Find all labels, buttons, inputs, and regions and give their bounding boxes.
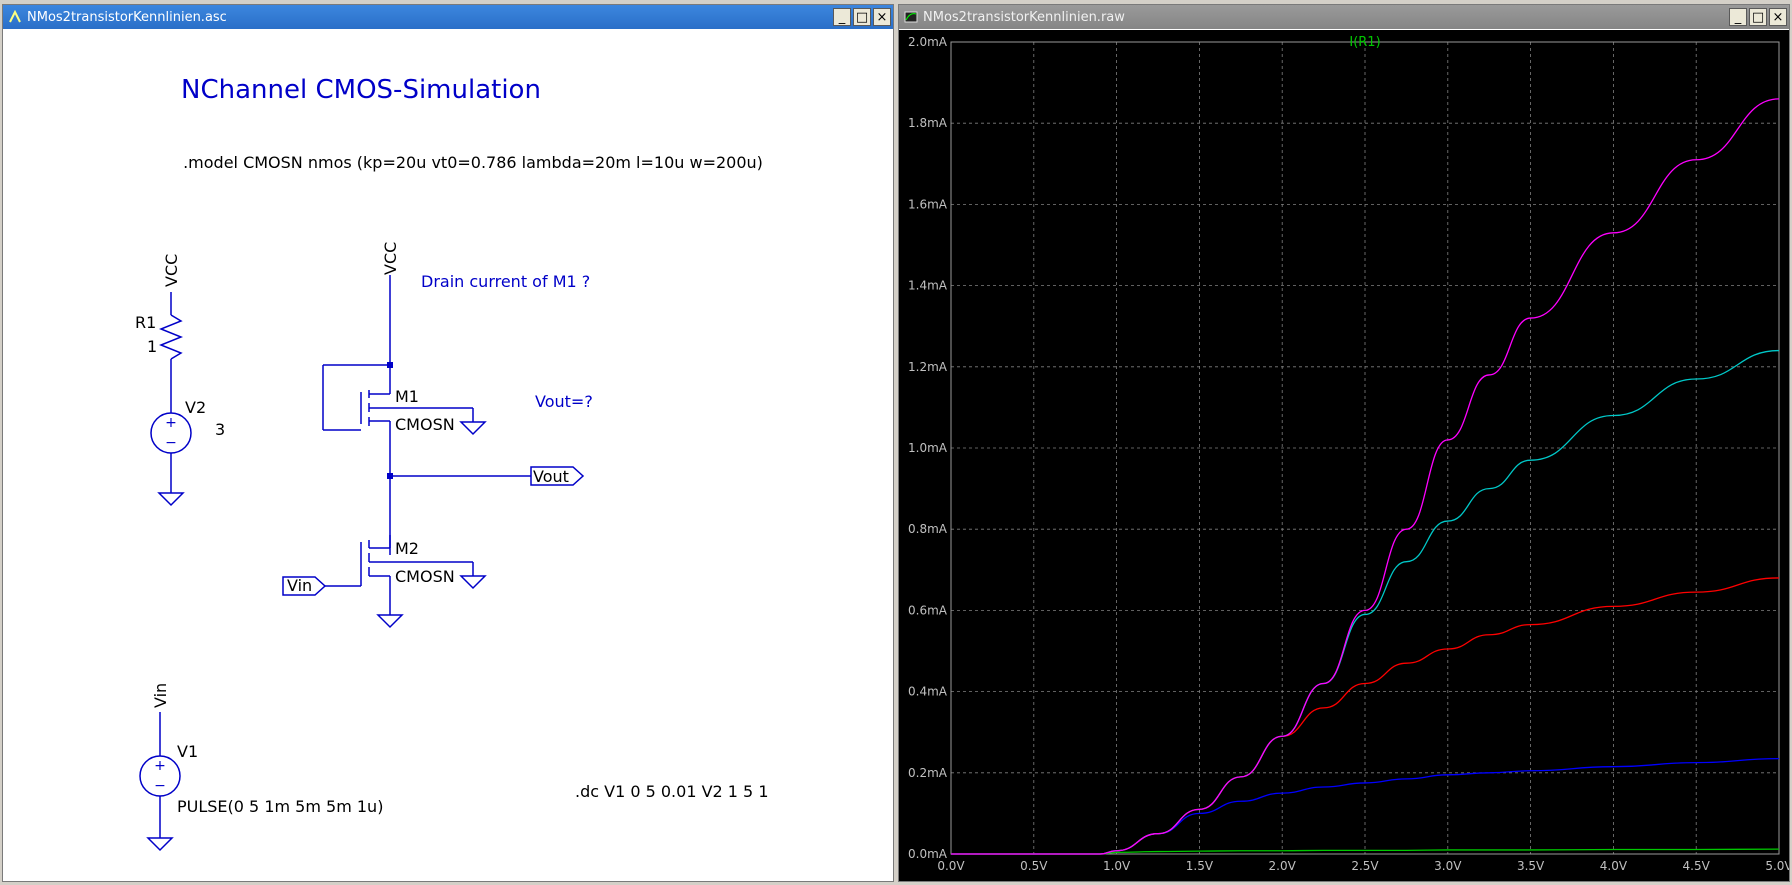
y-tick-label: 0.4mA [908,685,948,699]
comment-vout[interactable]: Vout=? [535,392,593,411]
model-directive[interactable]: .model CMOSN nmos (kp=20u vt0=0.786 lamb… [183,153,763,172]
junction-dot [387,362,393,368]
waveform-pane[interactable]: 0.0V 0.5V 1.0V 1.5V 2.0V 2.5V 3.0V 3.5V 4.0V 4.5V… [899,30,1792,881]
x-tick-label: 5.0V [1765,859,1789,873]
vin-port-label: Vin [287,576,312,595]
waveform-window-title: NMos2transistorKennlinien.raw [923,9,1125,25]
v1-plus-sign: + [154,758,166,774]
dc-directive[interactable]: .dc V1 0 5 0.01 V2 1 5 1 [575,782,769,801]
schematic-window-title: NMos2transistorKennlinien.asc [27,9,227,25]
r1-name: R1 [135,313,156,332]
x-tick-label: 2.0V [1269,859,1297,873]
ground-icon [146,837,174,852]
x-tick-label: 4.5V [1683,859,1711,873]
ground-icon [459,421,487,436]
y-tick-label: 1.8mA [908,116,948,130]
m1-model: CMOSN [395,415,455,434]
x-tick-label: 4.0V [1600,859,1628,873]
vcc-label-m1: VCC [381,242,400,275]
y-tick-label: 1.0mA [908,441,948,455]
close-button[interactable]: × [873,8,891,26]
minimize-button[interactable]: _ [833,8,851,26]
y-tick-label: 1.2mA [908,360,948,374]
minimize-button[interactable]: _ [1729,8,1747,26]
m2-model: CMOSN [395,567,455,586]
v2-value: 3 [215,420,225,439]
junction-dot [387,473,393,479]
r1-value: 1 [147,337,157,356]
y-tick-label: 0.6mA [908,603,948,617]
waveform-window[interactable]: NMos2transistorKennlinien.raw _ □ × 0.0V… [898,4,1792,882]
ground-icon [459,575,487,590]
close-button[interactable]: × [1769,8,1787,26]
m2-name: M2 [395,539,419,558]
waveform-viewer-icon [903,9,919,25]
schematic-titlebar[interactable]: NMos2transistorKennlinien.asc _ □ × [3,5,893,29]
v2-plus-sign: + [165,415,177,431]
x-tick-label: 3.5V [1517,859,1545,873]
ground-icon [157,492,185,507]
v1-value: PULSE(0 5 1m 5m 5m 1u) [177,797,383,816]
schematic-canvas[interactable]: NChannel CMOS-Simulation .model CMOSN nm… [3,30,893,881]
v2-name: V2 [185,398,206,417]
y-tick-label: 0.0mA [908,847,948,861]
comment-drain-current[interactable]: Drain current of M1 ? [421,272,590,291]
trace-label[interactable]: I(R1) [1349,35,1380,50]
y-tick-label: 0.8mA [908,522,948,536]
vcc-label-r1: VCC [162,254,181,287]
x-tick-label: 1.0V [1103,859,1131,873]
y-tick-label: 1.6mA [908,197,948,211]
x-tick-label: 2.5V [1351,859,1379,873]
vout-port-label: Vout [533,467,569,486]
schematic-window[interactable]: NMos2transistorKennlinien.asc _ □ × NCha… [2,4,894,882]
plot-background [899,30,1789,881]
y-tick-label: 0.2mA [908,766,948,780]
ltspice-schematic-icon [7,9,23,25]
v1-name: V1 [177,742,198,761]
y-tick-label: 1.4mA [908,279,948,293]
maximize-button[interactable]: □ [1749,8,1767,26]
x-tick-label: 3.0V [1434,859,1462,873]
x-tick-label: 0.0V [937,859,965,873]
maximize-button[interactable]: □ [853,8,871,26]
y-tick-label: 2.0mA [908,35,948,49]
schematic-title[interactable]: NChannel CMOS-Simulation [181,75,541,105]
waveform-plot[interactable]: 0.0V 0.5V 1.0V 1.5V 2.0V 2.5V 3.0V 3.5V 4.0V 4.5V… [899,30,1792,881]
x-tick-label: 0.5V [1020,859,1048,873]
schematic-drawing: NChannel CMOS-Simulation .model CMOSN nm… [135,75,769,852]
ground-icon [376,614,404,629]
waveform-titlebar[interactable]: NMos2transistorKennlinien.raw _ □ × [899,5,1789,29]
x-tick-label: 1.5V [1186,859,1214,873]
v1-minus-sign: − [154,778,166,794]
vin-net-label: Vin [151,683,170,708]
m1-name: M1 [395,387,419,406]
v2-minus-sign: − [165,435,177,451]
